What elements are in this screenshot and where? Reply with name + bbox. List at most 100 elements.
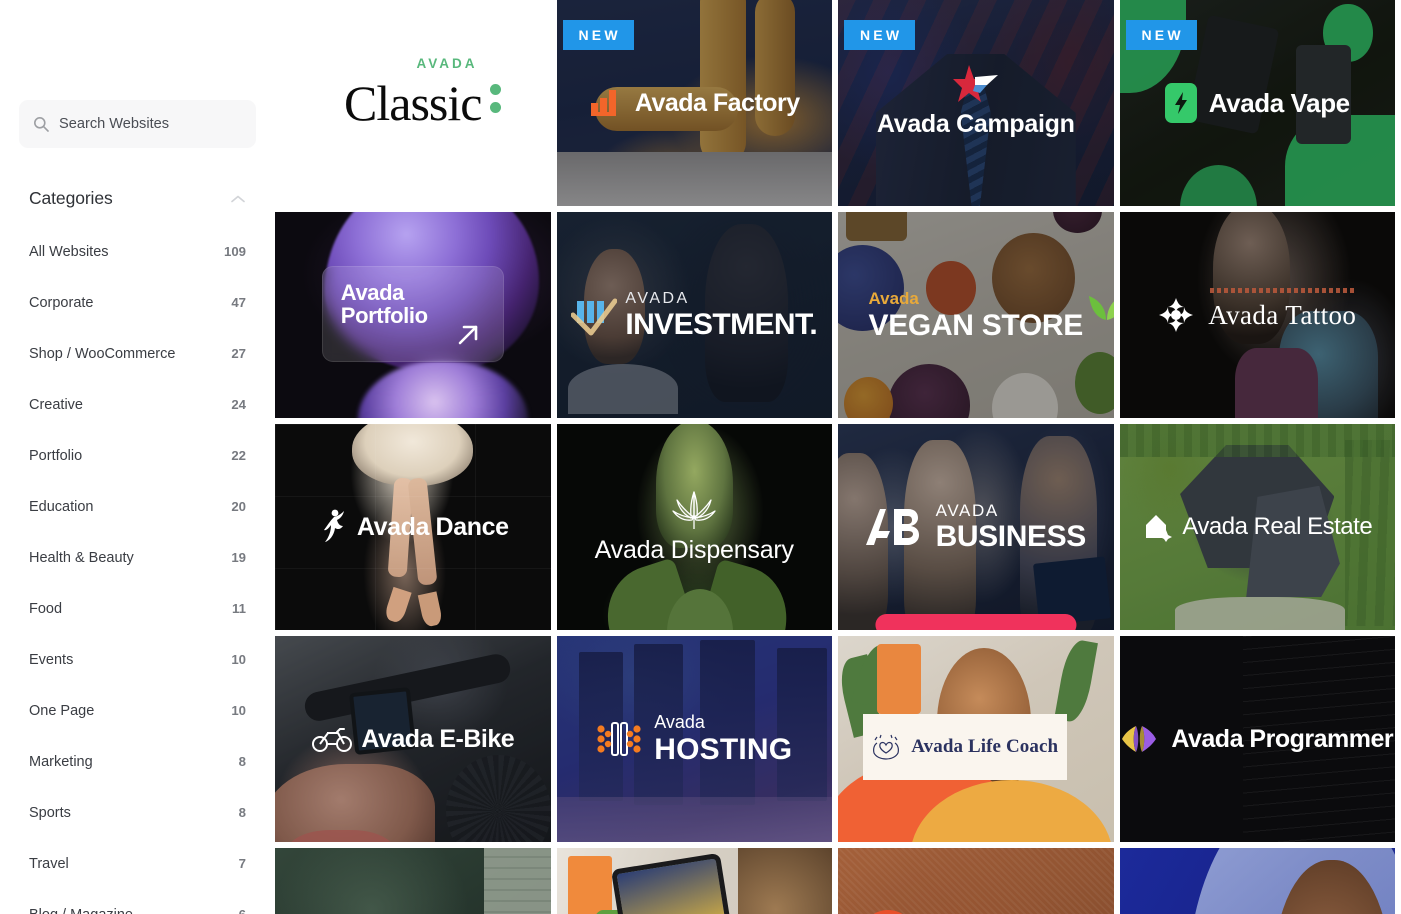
- category-label: All Websites: [29, 243, 109, 260]
- hosting-subtitle: Avada: [654, 712, 705, 732]
- campaign-title: Avada Campaign: [876, 110, 1075, 138]
- realestate-title: Avada Real Estate: [1182, 513, 1373, 540]
- new-badge: NEW: [844, 20, 916, 50]
- hosting-logo: Avada HOSTING: [557, 636, 833, 842]
- classic-wordmark: Classic: [344, 75, 482, 131]
- category-label: One Page: [29, 702, 95, 719]
- business-cta-bar[interactable]: [875, 614, 1077, 630]
- sidebar-item-marketing[interactable]: Marketing 8: [19, 736, 256, 787]
- sidebar-item-portfolio[interactable]: Portfolio 22: [19, 430, 256, 481]
- sidebar-item-events[interactable]: Events 10: [19, 634, 256, 685]
- campaign-star-icon: [952, 63, 999, 108]
- sidebar-item-creative[interactable]: Creative 24: [19, 379, 256, 430]
- sidebar: Categories All Websites 109 Corporate 47…: [0, 0, 275, 914]
- sidebar-item-corporate[interactable]: Corporate 47: [19, 277, 256, 328]
- category-count: 19: [231, 550, 246, 565]
- category-count: 11: [232, 601, 246, 616]
- life-coach-banner: Avada Life Coach: [862, 714, 1067, 781]
- category-label: Events: [29, 651, 74, 668]
- portfolio-title: Avada Portfolio: [341, 281, 428, 328]
- server-nodes-icon: [596, 717, 642, 761]
- dispensary-logo: Avada Dispensary: [557, 424, 833, 630]
- website-card-investment[interactable]: AVADA INVESTMENT.: [556, 212, 832, 418]
- category-label: Food: [29, 600, 63, 617]
- tribal-sun-icon: [1158, 297, 1194, 333]
- website-card-retro[interactable]: RETRO: [838, 848, 1114, 914]
- tattoo-decor-dashes: [1210, 287, 1357, 293]
- category-label: Shop / WooCommerce: [29, 345, 176, 362]
- category-label: Creative: [29, 396, 83, 413]
- sidebar-item-health-beauty[interactable]: Health & Beauty 19: [19, 532, 256, 583]
- classic-colon-icon: [490, 84, 502, 113]
- website-card-vegan-store[interactable]: Avada VEGAN STORE: [838, 212, 1114, 418]
- website-card-life-coach[interactable]: Avada Life Coach: [838, 636, 1114, 842]
- website-card-classic[interactable]: AVADA Classic: [275, 0, 551, 206]
- website-card-tattoo[interactable]: Avada Tattoo: [1119, 212, 1396, 418]
- category-count: 24: [231, 397, 246, 412]
- category-count: 10: [231, 703, 246, 718]
- website-card-factory[interactable]: NEW Avada Factory: [556, 0, 832, 206]
- category-label: Sports: [29, 804, 71, 821]
- card-background: RETRO: [838, 848, 1114, 914]
- category-count: 8: [238, 805, 246, 820]
- category-count: 6: [239, 907, 246, 914]
- website-card-business[interactable]: AVADA BUSINESS: [838, 424, 1114, 630]
- website-card-real-estate[interactable]: Avada Real Estate: [1119, 424, 1395, 630]
- house-sparkle-icon: [1142, 512, 1173, 542]
- website-grid-region: AVADA Classic NEW Avada Factory NEW Avad…: [275, 0, 1401, 914]
- classic-avada-label: AVADA: [416, 56, 478, 71]
- factory-icon: [589, 86, 623, 120]
- category-label: Marketing: [29, 753, 93, 770]
- vegan-title: VEGAN STORE: [868, 308, 1084, 342]
- sidebar-item-sports[interactable]: Sports 8: [19, 787, 256, 838]
- sidebar-item-one-page[interactable]: One Page 10: [19, 685, 256, 736]
- search-websites-box[interactable]: [19, 100, 256, 148]
- website-card-programmer[interactable]: Avada Programmer: [1119, 636, 1395, 842]
- portfolio-title-line1: Avada: [340, 279, 405, 305]
- website-library-page: Categories All Websites 109 Corporate 47…: [0, 0, 1401, 914]
- website-card-vape[interactable]: NEW Avada Vape: [1119, 0, 1395, 206]
- dance-logo: Avada Dance: [275, 424, 551, 630]
- portfolio-glass-panel: Avada Portfolio: [321, 265, 504, 363]
- website-card-blue[interactable]: [1119, 848, 1395, 914]
- website-card-hosting[interactable]: Avada HOSTING: [556, 636, 833, 842]
- investment-title: INVESTMENT.: [625, 307, 818, 341]
- sidebar-item-shop-woocommerce[interactable]: Shop / WooCommerce 27: [19, 328, 256, 379]
- categories-header[interactable]: Categories: [19, 188, 256, 209]
- investment-chart-check-icon: [570, 293, 618, 337]
- website-card-ebike[interactable]: Avada E-Bike: [275, 636, 551, 842]
- website-card-dance[interactable]: Avada Dance: [275, 424, 551, 630]
- arrow-up-right-icon: [455, 322, 481, 348]
- website-card-chalkboard[interactable]: [275, 848, 551, 914]
- category-label: Corporate: [29, 294, 94, 311]
- chevron-up-icon[interactable]: [230, 194, 246, 204]
- category-count: 8: [238, 754, 246, 769]
- category-count: 22: [231, 448, 246, 463]
- sidebar-item-blog-magazine[interactable]: Blog / Magazine 6: [19, 889, 256, 914]
- card-background: [275, 848, 551, 914]
- card-background: [556, 848, 832, 914]
- leaf-icon: [1087, 286, 1114, 322]
- website-grid: AVADA Classic NEW Avada Factory NEW Avad…: [275, 0, 1395, 914]
- sidebar-item-education[interactable]: Education 20: [19, 481, 256, 532]
- cannabis-leaf-icon: [671, 490, 717, 530]
- search-input[interactable]: [59, 116, 242, 132]
- sidebar-item-travel[interactable]: Travel 7: [19, 838, 256, 889]
- investment-subtitle: AVADA: [625, 289, 690, 307]
- website-card-tablet[interactable]: [556, 848, 832, 914]
- category-label: Health & Beauty: [29, 549, 134, 566]
- new-badge: NEW: [1125, 20, 1197, 50]
- business-subtitle: AVADA: [935, 501, 999, 520]
- category-count: 27: [231, 346, 246, 361]
- vegan-subtitle: Avada: [868, 288, 919, 308]
- sidebar-item-food[interactable]: Food 11: [19, 583, 256, 634]
- sidebar-item-all-websites[interactable]: All Websites 109: [19, 226, 256, 277]
- dancer-icon: [317, 508, 347, 546]
- business-title: BUSINESS: [935, 520, 1087, 553]
- website-card-campaign[interactable]: NEW Avada Campaign: [838, 0, 1114, 206]
- website-card-dispensary[interactable]: Avada Dispensary: [556, 424, 833, 630]
- tattoo-logo: Avada Tattoo: [1120, 212, 1396, 418]
- category-count: 109: [223, 244, 246, 259]
- categories-title: Categories: [29, 188, 113, 208]
- website-card-portfolio[interactable]: Avada Portfolio: [275, 212, 551, 418]
